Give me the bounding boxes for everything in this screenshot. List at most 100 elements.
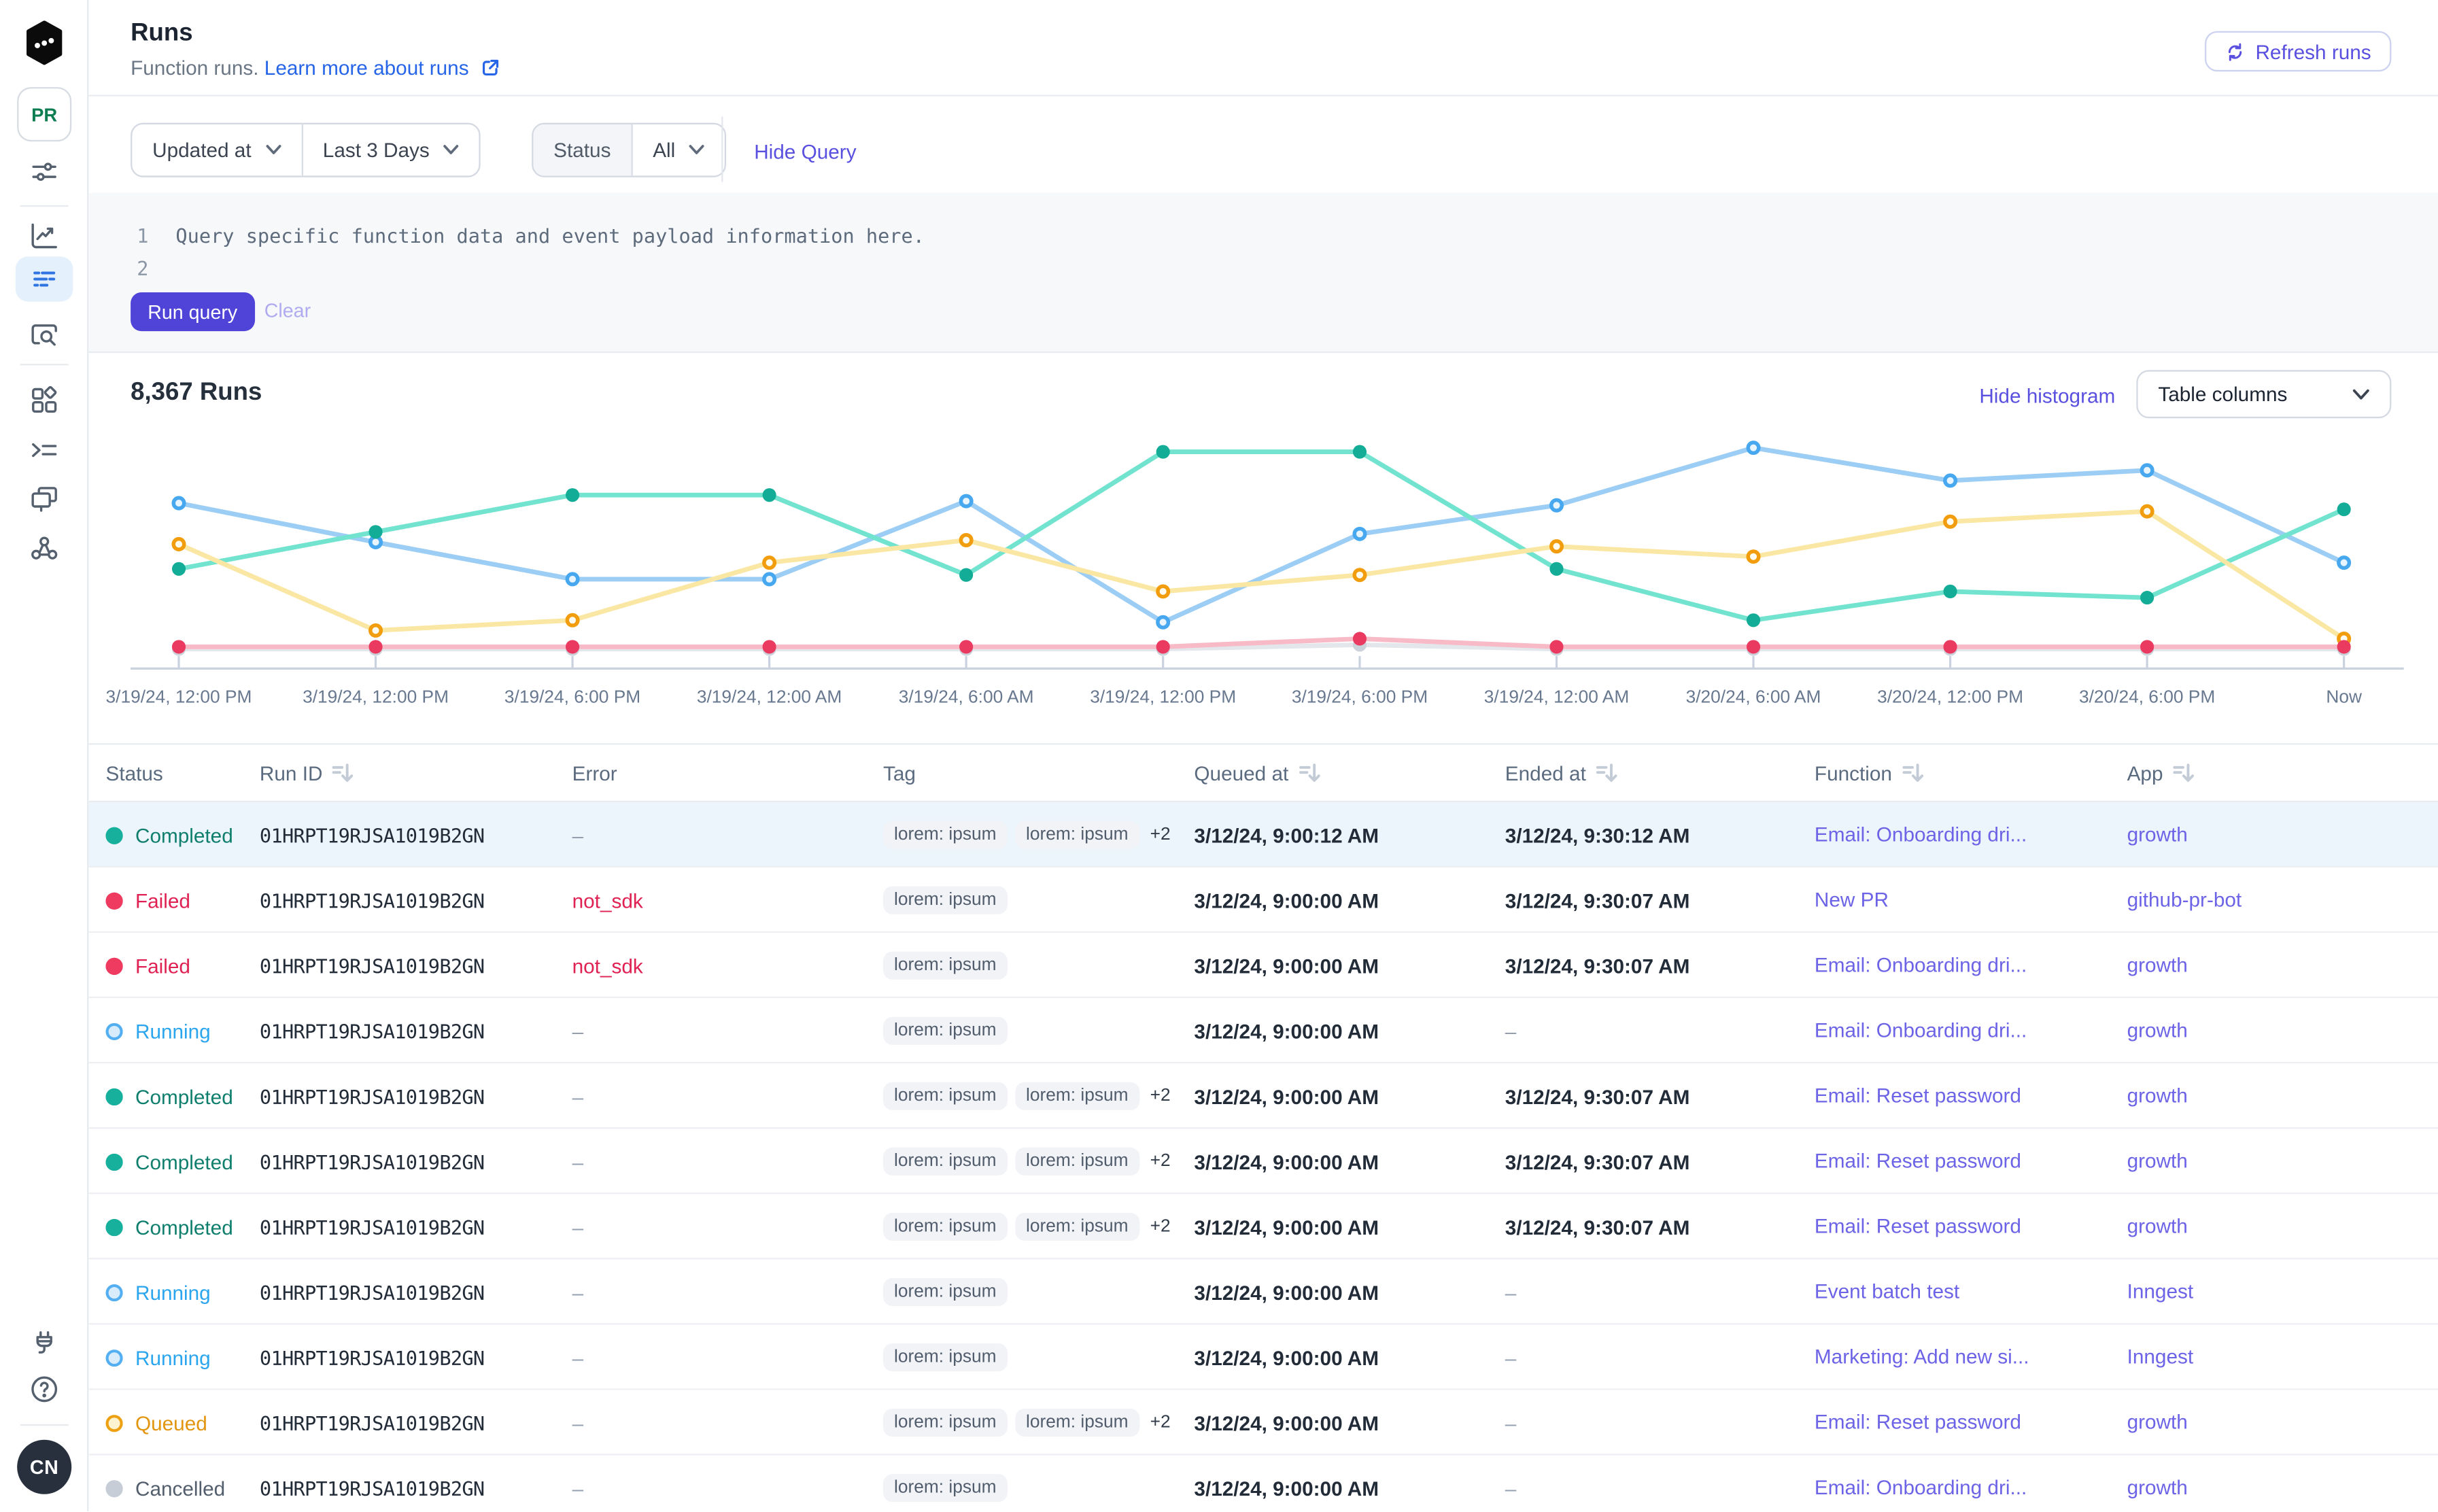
sort-icon[interactable] — [1596, 763, 1617, 783]
function-link[interactable]: Email: Onboarding dri... — [1815, 998, 2048, 1063]
tag-cell: lorem: ipsum — [883, 952, 1194, 980]
table-row[interactable]: Cancelled 01HRPT19RJSA1019B2GN – lorem: … — [88, 1456, 2438, 1511]
inngest-logo-icon[interactable] — [23, 20, 65, 65]
function-cell: New PR — [1815, 867, 2127, 933]
chevron-down-icon — [265, 145, 281, 156]
sort-icon[interactable] — [332, 763, 354, 783]
app-cell: github-pr-bot — [2127, 867, 2438, 933]
function-link[interactable]: Event batch test — [1815, 1259, 1981, 1324]
status-cell: Completed — [106, 823, 260, 846]
svg-text:3/19/24, 12:00 PM: 3/19/24, 12:00 PM — [303, 687, 449, 707]
functions-icon[interactable] — [28, 434, 61, 466]
tag-overflow-count: +2 — [1150, 1087, 1171, 1105]
app-link[interactable]: Inngest — [2127, 1325, 2216, 1390]
run-id-cell: 01HRPT19RJSA1019B2GN — [260, 1019, 572, 1042]
function-link[interactable]: Marketing: Add new si... — [1815, 1325, 2051, 1390]
function-link[interactable]: Email: Reset password — [1815, 1063, 2043, 1129]
app-link[interactable]: growth — [2127, 933, 2210, 998]
column-header-ended-at[interactable]: Ended at — [1505, 761, 1815, 784]
app-link[interactable]: growth — [2127, 1063, 2210, 1129]
user-avatar[interactable]: CN — [17, 1440, 71, 1494]
status-cell: Completed — [106, 1084, 260, 1107]
environment-badge[interactable]: PR — [17, 87, 71, 141]
error-cell: – — [572, 1215, 883, 1238]
hide-query-link[interactable]: Hide Query — [754, 140, 856, 163]
apps-icon[interactable] — [28, 384, 61, 417]
subtitle-text: Function runs. — [131, 56, 258, 79]
event-search-icon[interactable] — [28, 319, 61, 351]
run-id-cell: 01HRPT19RJSA1019B2GN — [260, 1476, 572, 1499]
app-link[interactable]: growth — [2127, 1194, 2210, 1259]
app-link[interactable]: growth — [2127, 1129, 2210, 1194]
svg-text:3/19/24, 12:00 PM: 3/19/24, 12:00 PM — [1090, 687, 1236, 707]
svg-text:3/19/24, 6:00 PM: 3/19/24, 6:00 PM — [504, 687, 640, 707]
sort-icon[interactable] — [1902, 763, 1923, 783]
app-link[interactable]: Inngest — [2127, 1259, 2216, 1324]
metrics-icon[interactable] — [28, 219, 61, 252]
app-cell: growth — [2127, 1456, 2438, 1511]
time-filter-group: Updated at Last 3 Days — [131, 123, 481, 177]
table-row[interactable]: Completed 01HRPT19RJSA1019B2GN – lorem: … — [88, 1129, 2438, 1194]
function-link[interactable]: Email: Onboarding dri... — [1815, 802, 2048, 867]
svg-text:3/19/24, 12:00 PM: 3/19/24, 12:00 PM — [106, 687, 252, 707]
table-row[interactable]: Queued 01HRPT19RJSA1019B2GN – lorem: ips… — [88, 1390, 2438, 1456]
table-row[interactable]: Failed 01HRPT19RJSA1019B2GN not_sdk lore… — [88, 867, 2438, 933]
column-header-function[interactable]: Function — [1815, 761, 2127, 784]
clear-query-button[interactable]: Clear — [264, 300, 311, 322]
time-range-dropdown[interactable]: Last 3 Days — [301, 124, 479, 175]
table-row[interactable]: Completed 01HRPT19RJSA1019B2GN – lorem: … — [88, 802, 2438, 867]
function-link[interactable]: Email: Reset password — [1815, 1129, 2043, 1194]
table-row[interactable]: Failed 01HRPT19RJSA1019B2GN not_sdk lore… — [88, 933, 2438, 998]
column-label: Ended at — [1505, 761, 1586, 784]
function-link[interactable]: Email: Onboarding dri... — [1815, 933, 2048, 998]
status-dot — [106, 1414, 123, 1431]
app-link[interactable]: growth — [2127, 1456, 2210, 1511]
run-query-button[interactable]: Run query — [131, 292, 254, 331]
table-row[interactable]: Running 01HRPT19RJSA1019B2GN – lorem: ip… — [88, 1259, 2438, 1324]
app-cell: growth — [2127, 933, 2438, 998]
function-link[interactable]: Email: Reset password — [1815, 1390, 2043, 1456]
app-link[interactable]: growth — [2127, 1390, 2210, 1456]
webhook-icon[interactable] — [28, 532, 61, 564]
table-row[interactable]: Running 01HRPT19RJSA1019B2GN – lorem: ip… — [88, 998, 2438, 1063]
function-link[interactable]: New PR — [1815, 867, 1910, 933]
svg-text:3/20/24, 12:00 PM: 3/20/24, 12:00 PM — [1877, 687, 2023, 707]
filters-sliders-icon[interactable] — [28, 156, 61, 188]
tag-pill: lorem: ipsum — [1015, 1213, 1139, 1241]
tag-cell: lorem: ipsum — [883, 1474, 1194, 1502]
dev-server-plug-icon[interactable] — [28, 1326, 61, 1359]
tag-pill: lorem: ipsum — [1015, 1409, 1139, 1437]
learn-more-link[interactable]: Learn more about runs — [264, 56, 469, 79]
status-dot — [106, 827, 123, 844]
function-link[interactable]: Email: Onboarding dri... — [1815, 1456, 2048, 1511]
ended-at-cell: 3/12/24, 9:30:07 AM — [1505, 889, 1815, 912]
column-header-run-id[interactable]: Run ID — [260, 761, 572, 784]
events-icon[interactable] — [28, 482, 61, 515]
status-filter-dropdown[interactable]: All — [631, 124, 725, 175]
table-columns-dropdown[interactable]: Table columns — [2136, 370, 2391, 418]
tag-pill: lorem: ipsum — [883, 1082, 1008, 1110]
function-cell: Email: Reset password — [1815, 1129, 2127, 1194]
sort-icon[interactable] — [1298, 763, 1320, 783]
tag-overflow-count: +2 — [1150, 1152, 1171, 1171]
table-row[interactable]: Completed 01HRPT19RJSA1019B2GN – lorem: … — [88, 1063, 2438, 1129]
table-row[interactable]: Completed 01HRPT19RJSA1019B2GN – lorem: … — [88, 1194, 2438, 1259]
refresh-runs-button[interactable]: Refresh runs — [2204, 31, 2391, 71]
hide-histogram-link[interactable]: Hide histogram — [1979, 384, 2115, 407]
help-icon[interactable] — [28, 1373, 61, 1405]
sort-icon[interactable] — [2172, 763, 2194, 783]
column-header-app[interactable]: App — [2127, 761, 2438, 784]
table-row[interactable]: Running 01HRPT19RJSA1019B2GN – lorem: ip… — [88, 1325, 2438, 1390]
column-header-queued-at[interactable]: Queued at — [1194, 761, 1505, 784]
app-link[interactable]: growth — [2127, 998, 2210, 1063]
app-link[interactable]: growth — [2127, 802, 2210, 867]
ended-at-cell: – — [1505, 1280, 1815, 1303]
queued-at-cell: 3/12/24, 9:00:00 AM — [1194, 1411, 1505, 1434]
app-cell: growth — [2127, 1390, 2438, 1456]
tag-pill: lorem: ipsum — [883, 821, 1008, 849]
query-editor[interactable]: 1 2 Query specific function data and eve… — [88, 193, 2438, 354]
tag-pill: lorem: ipsum — [883, 1017, 1008, 1045]
function-link[interactable]: Email: Reset password — [1815, 1194, 2043, 1259]
app-link[interactable]: github-pr-bot — [2127, 867, 2264, 933]
field-selector-dropdown[interactable]: Updated at — [132, 124, 301, 175]
